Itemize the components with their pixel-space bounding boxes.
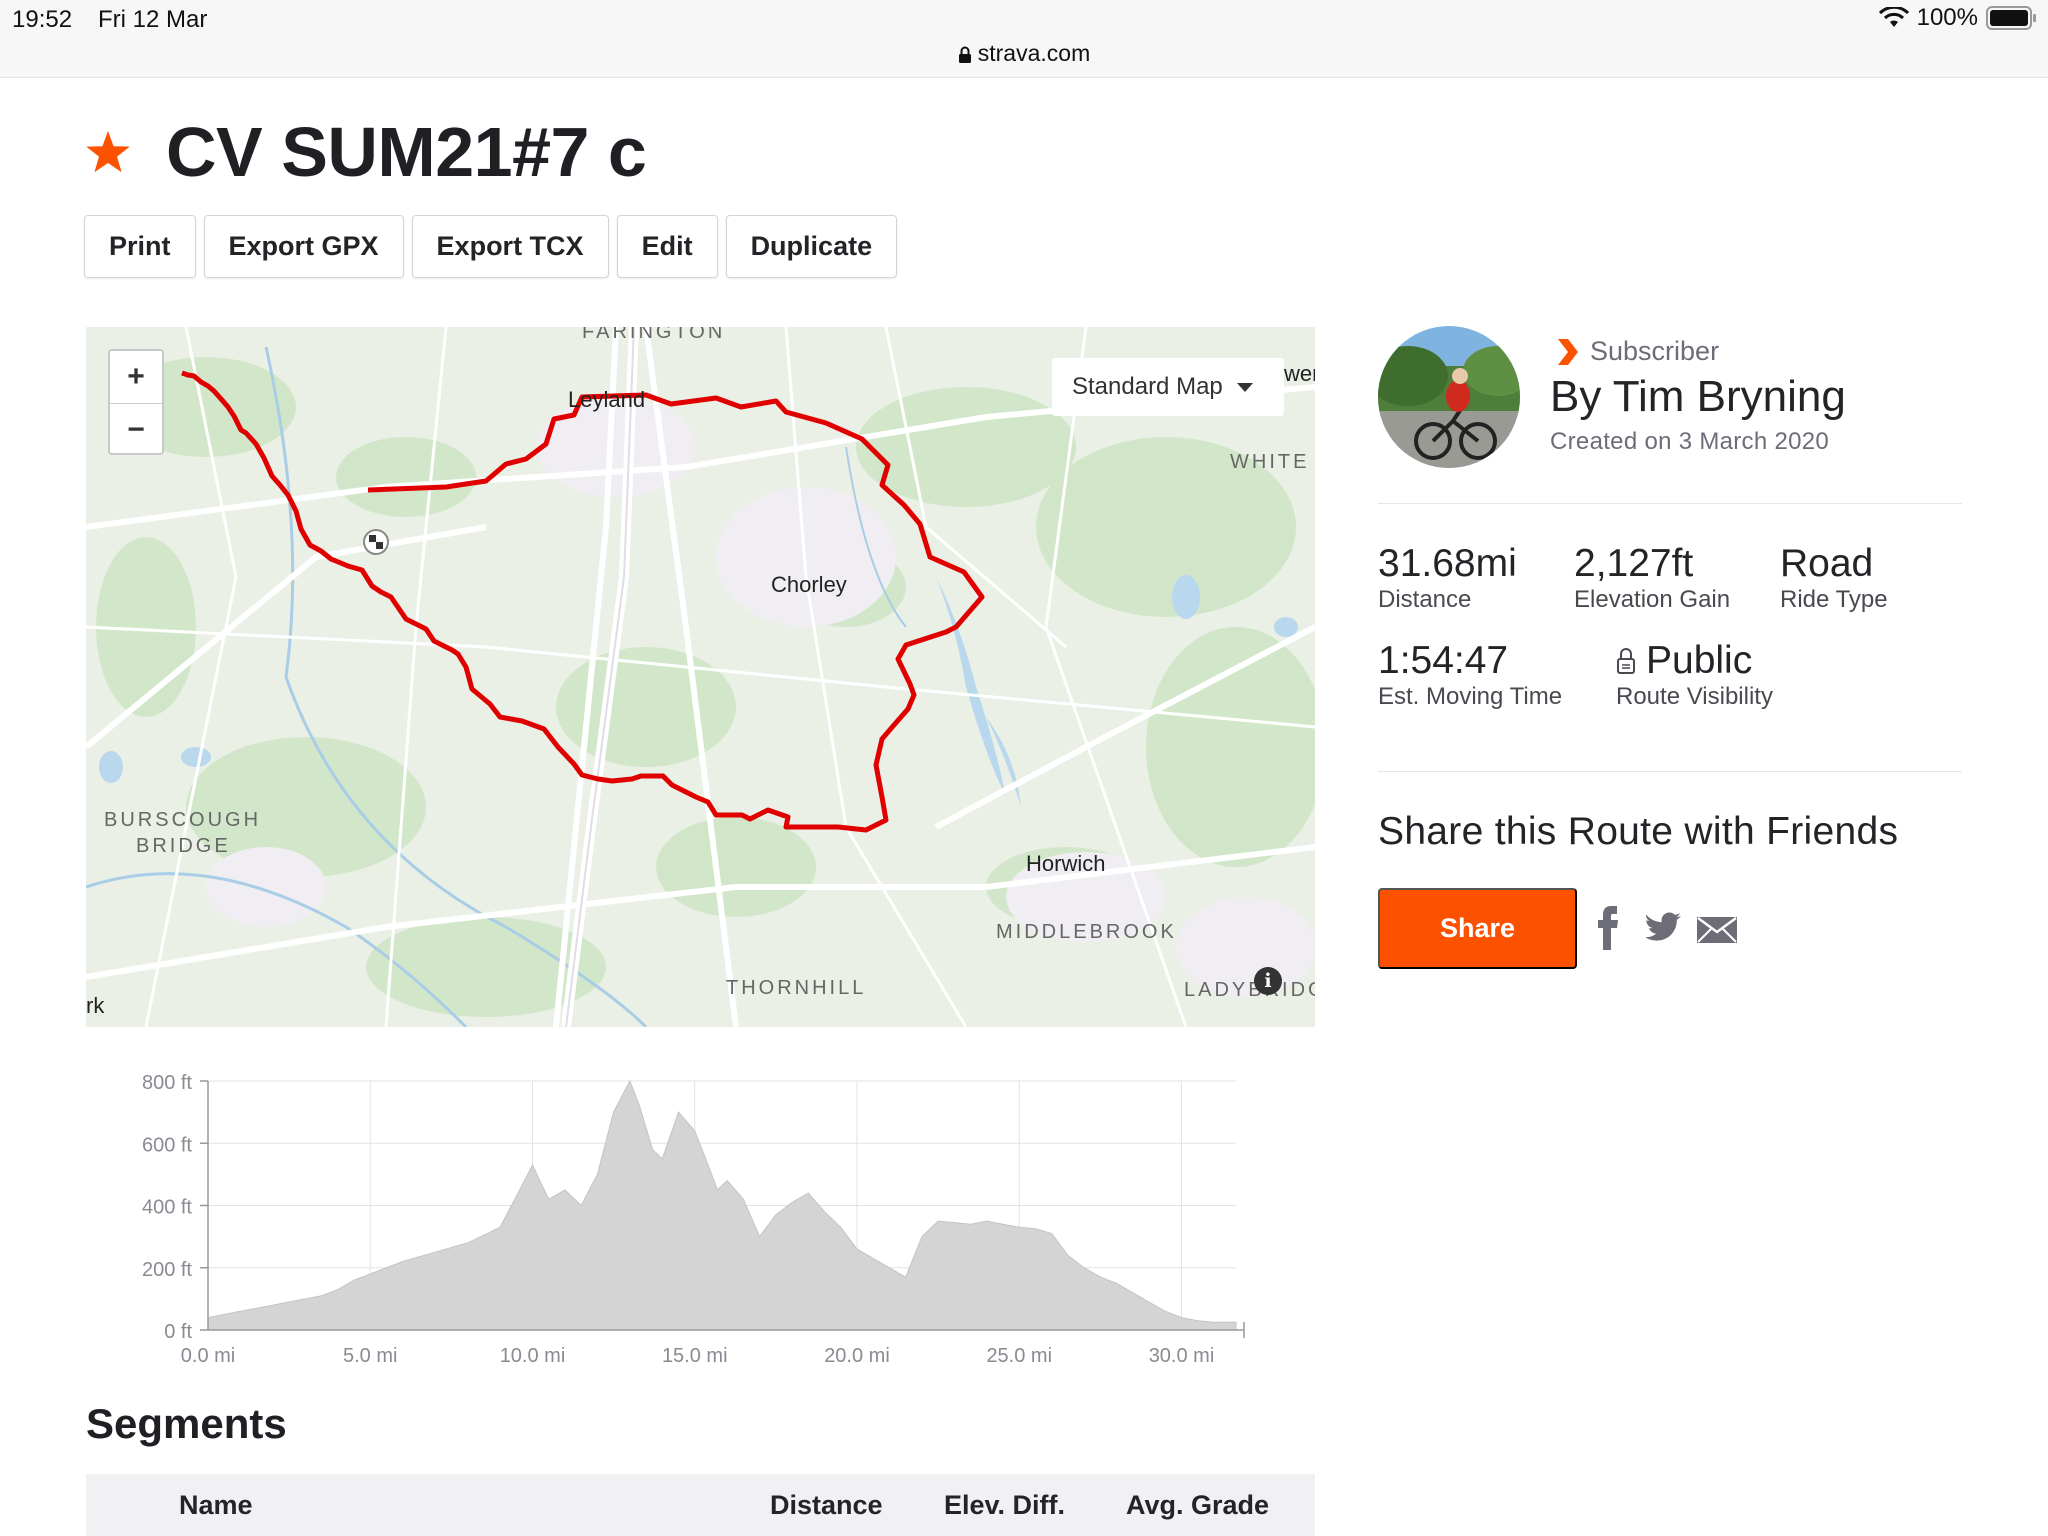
map-label-bridge: BRIDGE [136, 835, 231, 857]
print-button[interactable]: Print [84, 215, 196, 278]
stat-distance: 31.68mi Distance [1378, 542, 1517, 614]
facebook-icon[interactable] [1596, 906, 1620, 950]
export-tcx-button[interactable]: Export TCX [411, 215, 609, 278]
x-tick-label: 20.0 mi [824, 1345, 890, 1367]
stat-ride-type-label: Ride Type [1780, 586, 1888, 613]
stat-moving-time-value: 1:54:47 [1378, 639, 1509, 682]
subscriber-badge: Subscriber [1556, 336, 1719, 367]
stat-ride-type: Road Ride Type [1780, 542, 1888, 614]
y-tick-label: 800 ft [142, 1072, 192, 1094]
stat-visibility-value: Public [1646, 639, 1753, 682]
date: Fri 12 Mar [98, 6, 208, 33]
caret-down-icon [1236, 382, 1253, 392]
stat-ride-type-value: Road [1780, 542, 1874, 585]
col-name[interactable]: Name [179, 1490, 253, 1521]
stat-visibility: Public Route Visibility [1616, 639, 1773, 711]
map-label-whitet: WHITE [1230, 451, 1310, 473]
clock: 19:52 [12, 6, 73, 33]
col-distance[interactable]: Distance [770, 1490, 883, 1521]
page-title: CV SUM21#7 c [166, 113, 647, 191]
avatar[interactable] [1378, 326, 1520, 468]
wifi-icon [1878, 7, 1909, 27]
start-finish-icon [363, 529, 389, 555]
col-elev-diff[interactable]: Elev. Diff. [944, 1490, 1065, 1521]
x-tick-label: 15.0 mi [662, 1345, 728, 1367]
stat-elevation: 2,127ft Elevation Gain [1574, 542, 1730, 614]
subscriber-label: Subscriber [1590, 336, 1720, 366]
status-icons: 100% [1878, 4, 2038, 32]
lock-icon [1617, 648, 1635, 674]
map-label-farington: FARINGTON [582, 327, 726, 343]
segments-title: Segments [86, 1400, 287, 1447]
stat-distance-value: 31.68mi [1378, 542, 1517, 585]
export-gpx-button[interactable]: Export GPX [203, 215, 404, 278]
route-toolbar: Print Export GPX Export TCX Edit Duplica… [84, 215, 898, 278]
stat-distance-label: Distance [1378, 586, 1472, 613]
x-tick-label: 10.0 mi [500, 1345, 566, 1367]
share-title: Share this Route with Friends [1378, 810, 1899, 853]
y-tick-label: 0 ft [164, 1321, 192, 1343]
zoom-in-button[interactable]: + [110, 351, 162, 403]
map-label-leyland: Leyland [568, 387, 646, 412]
zoom-out-button[interactable]: − [110, 403, 162, 455]
x-tick-label: 5.0 mi [343, 1345, 397, 1367]
map-label-chorley: Chorley [771, 572, 847, 597]
stat-visibility-label: Route Visibility [1616, 683, 1773, 710]
map-label-wer: wer [1284, 361, 1315, 386]
x-tick-label: 30.0 mi [1149, 1345, 1215, 1367]
elevation-chart[interactable]: 800 ft 600 ft 400 ft 200 ft 0 ft0.0 mi 5.0 mi… [86, 1060, 1266, 1380]
url-text: strava.com [977, 40, 1091, 66]
route-map[interactable]: + − Standard Map FARINGTON Leyland wer W… [86, 327, 1315, 1027]
url-bar[interactable]: strava.com [0, 40, 2048, 67]
chevron-icon [1558, 338, 1578, 365]
stat-moving-time: 1:54:47 Est. Moving Time [1378, 639, 1562, 711]
map-type-dropdown[interactable]: Standard Map [1052, 358, 1284, 416]
map-label-middlebrook: MIDDLEBROOK [996, 921, 1177, 943]
x-tick-label: 25.0 mi [986, 1345, 1052, 1367]
battery-icon [1986, 6, 2036, 30]
created-date: Created on 3 March 2020 [1550, 428, 1830, 455]
y-tick-label: 400 ft [142, 1197, 192, 1219]
email-icon[interactable] [1696, 916, 1738, 944]
stat-elevation-value: 2,127ft [1574, 542, 1694, 585]
map-label-ladybridge: LADYBRIDG [1184, 979, 1315, 1001]
divider [1378, 771, 1962, 772]
route-header: CV SUM21#7 c [84, 112, 647, 192]
zoom-controls: + − [108, 349, 164, 455]
battery-percent: 100% [1916, 4, 1978, 31]
star-icon[interactable] [84, 128, 132, 176]
browser-status-bar: 19:52 Fri 12 Mar 100% strava.com [0, 0, 2048, 78]
divider [1378, 503, 1962, 504]
stat-moving-time-label: Est. Moving Time [1378, 683, 1563, 710]
map-label-burscough: BURSCOUGH [104, 809, 262, 831]
y-tick-label: 600 ft [142, 1134, 192, 1156]
x-tick-label: 0.0 mi [181, 1345, 235, 1367]
duplicate-button[interactable]: Duplicate [725, 215, 898, 278]
lock-icon [958, 46, 971, 63]
map-label-horwich: Horwich [1026, 851, 1106, 876]
segments-table-header: Name Distance Elev. Diff. Avg. Grade [86, 1474, 1315, 1536]
col-avg-grade[interactable]: Avg. Grade [1126, 1490, 1269, 1521]
y-tick-label: 200 ft [142, 1259, 192, 1281]
share-button[interactable]: Share [1378, 888, 1577, 969]
info-icon[interactable]: i [1254, 967, 1282, 995]
author-name[interactable]: By Tim Bryning [1550, 372, 1846, 422]
map-label-rk: rk [86, 993, 105, 1018]
map-type-label: Standard Map [1072, 373, 1223, 400]
edit-button[interactable]: Edit [616, 215, 718, 278]
stat-elevation-label: Elevation Gain [1574, 586, 1731, 613]
twitter-icon[interactable] [1646, 912, 1682, 942]
map-label-thornhill: THORNHILL [726, 977, 867, 999]
